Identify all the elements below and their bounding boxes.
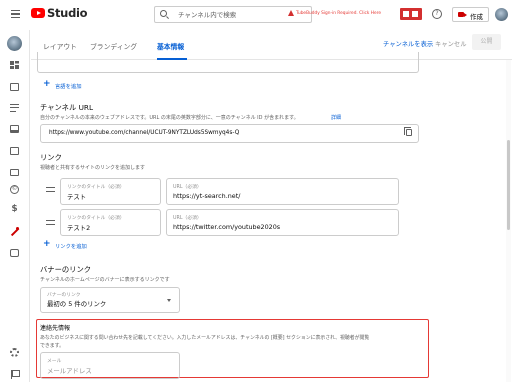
app-title[interactable]: Studio [47,6,88,20]
contact-info-title: 連絡先情報 [40,325,71,332]
tab-basic-info[interactable]: 基本情報 [157,41,184,51]
link-url-value[interactable]: https://yt-search.net/ [173,192,240,200]
help-icon[interactable]: ? [432,9,442,19]
scrollbar-thumb[interactable] [507,140,510,230]
banner-links-select-value: 最初の 5 件のリンク [47,300,107,308]
studio-app: Studio チャンネル内で検索 TubeBuddy Sign-in Requi… [0,0,512,382]
link-url-value[interactable]: https://twitter.com/youtube2020s [173,223,280,231]
tab-branding[interactable]: ブランディング [90,41,137,51]
add-link-link[interactable]: リンクを追加 [55,242,87,250]
create-button[interactable]: 作成 [452,7,489,22]
channel-url-value[interactable]: https://www.youtube.com/channel/UCUT-9NY… [49,130,239,136]
monetization-dollar-icon[interactable]: $ [10,205,19,214]
contact-info-description-line2: できます。 [40,343,64,349]
copyright-icon[interactable]: © [10,185,19,194]
warning-icon [288,10,294,16]
analytics-icon[interactable] [10,125,19,133]
link-title-label: リンクのタイトル（必須） [67,185,125,190]
create-label: 作成 [470,13,483,21]
tab-layout[interactable]: レイアウト [43,41,77,51]
add-link-plus-icon[interactable]: + [43,240,51,249]
link-url-label: URL（必須） [173,185,202,190]
account-avatar[interactable] [495,8,508,21]
view-channel-link[interactable]: チャンネルを表示 [383,39,433,48]
publish-button[interactable]: 公開 [472,34,501,50]
customization-wand-icon[interactable] [10,227,19,236]
banner-links-select-label: バナーのリンク [47,293,81,298]
links-title: リンク [40,153,62,162]
top-header: Studio チャンネル内で検索 TubeBuddy Sign-in Requi… [0,0,512,30]
add-language-plus-icon[interactable]: + [43,80,51,89]
dashboard-icon[interactable] [10,61,19,69]
subtitles-icon[interactable] [10,169,19,176]
add-language-link[interactable]: 言語を追加 [55,82,82,90]
language-card [37,52,419,73]
tubebuddy-button[interactable] [400,8,422,20]
copy-icon[interactable] [404,127,412,136]
cancel-button[interactable]: キャンセル [435,39,466,48]
link-title-value[interactable]: テスト2 [67,223,90,232]
link-title-value[interactable]: テスト [67,192,86,201]
playlists-icon[interactable] [10,104,19,112]
settings-gear-icon[interactable] [10,348,19,357]
search-placeholder: チャンネル内で検索 [178,11,237,19]
channel-url-title: チャンネル URL [40,103,94,112]
drag-handle-icon[interactable] [46,187,55,192]
content-icon[interactable] [10,83,19,91]
email-placeholder: メールアドレス [47,367,92,375]
audio-library-icon[interactable] [10,249,19,257]
link-url-label: URL（必須） [173,216,202,221]
link-title-label: リンクのタイトル（必須） [67,216,125,221]
links-description: 視聴者と共有するサイトのリンクを追加します [40,165,146,171]
email-label: メール [47,359,62,364]
banner-links-title: バナーのリンク [40,265,92,274]
tubebuddy-warning-link[interactable]: TubeBuddy Sign-in Required. Click Here [296,11,381,16]
video-camera-icon [458,12,467,17]
contact-info-description-line1: あなたのビジネスに関する問い合わせ先を記載してください。入力したメールアドレスは… [40,335,370,341]
left-sidebar: © $ [0,30,30,382]
dropdown-arrow-icon[interactable] [167,299,171,302]
banner-links-description: チャンネルのホームページのバナーに表示するリンクです [40,277,170,283]
search-icon[interactable] [160,10,167,17]
channel-avatar[interactable] [7,36,22,51]
hamburger-menu-icon[interactable] [11,10,20,18]
channel-url-details-link[interactable]: 詳細 [331,114,341,121]
channel-url-description: 自分のチャンネルの本来のウェブアドレスです。URL の末尾の英数字部分に、一意の… [40,115,299,121]
drag-handle-icon[interactable] [46,220,55,225]
comments-icon[interactable] [10,147,19,155]
feedback-flag-icon[interactable] [11,370,20,379]
youtube-logo-icon[interactable] [31,8,45,18]
